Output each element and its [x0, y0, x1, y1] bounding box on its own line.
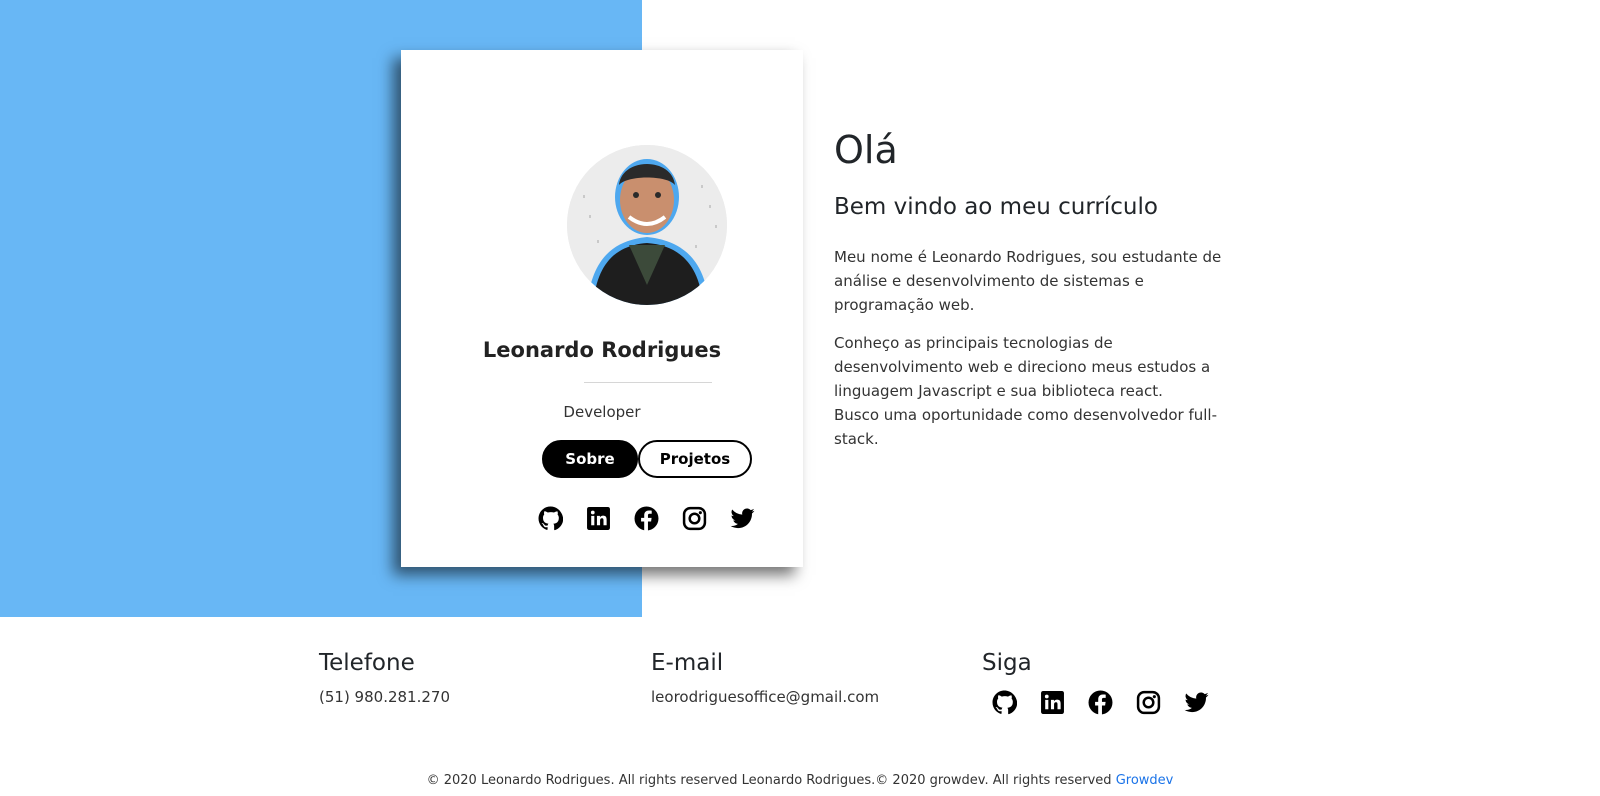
email-heading: E-mail: [651, 650, 724, 676]
profile-divider: [584, 382, 712, 383]
profile-tabs: Sobre Projetos: [542, 440, 752, 478]
follow-heading: Siga: [982, 650, 1032, 676]
facebook-icon[interactable]: [1087, 690, 1113, 716]
intro-paragraph-line: Conheço as principais tecnologias de des…: [834, 334, 1211, 401]
growdev-link[interactable]: Growdev: [1116, 773, 1174, 788]
avatar-photo: [567, 145, 727, 305]
intro-subtitle: Bem vindo ao meu currículo: [834, 193, 1158, 220]
profile-role: Developer: [563, 403, 641, 421]
facebook-icon[interactable]: [633, 505, 659, 531]
twitter-icon[interactable]: [729, 505, 755, 531]
intro-paragraph-line: Busco uma oportunidade como desenvolvedo…: [834, 406, 1217, 449]
intro-paragraph: Conheço as principais tecnologias de des…: [834, 331, 1234, 451]
linkedin-icon[interactable]: [1039, 690, 1065, 716]
footer-social-links: [991, 690, 1209, 716]
twitter-icon[interactable]: [1183, 690, 1209, 716]
linkedin-icon[interactable]: [585, 505, 611, 531]
copyright-text: © 2020 Leonardo Rodrigues. All rights re…: [426, 773, 1112, 788]
avatar: [567, 145, 727, 305]
footer-follow: Siga: [982, 650, 1209, 716]
footer-email: E-mail leorodriguesoffice@gmail.com: [651, 650, 879, 706]
phone-heading: Telefone: [319, 650, 415, 676]
instagram-icon[interactable]: [681, 505, 707, 531]
copyright: © 2020 Leonardo Rodrigues. All rights re…: [0, 773, 1600, 788]
instagram-icon[interactable]: [1135, 690, 1161, 716]
profile-name: Leonardo Rodrigues: [482, 338, 722, 362]
profile-card: Leonardo Rodrigues Developer Sobre Proje…: [401, 50, 803, 567]
footer-phone: Telefone (51) 980.281.270: [319, 650, 450, 706]
github-icon[interactable]: [537, 505, 563, 531]
phone-number: (51) 980.281.270: [319, 687, 450, 706]
intro-paragraph: Meu nome é Leonardo Rodrigues, sou estud…: [834, 248, 1222, 315]
email-address: leorodriguesoffice@gmail.com: [651, 687, 880, 706]
intro-section: Olá Bem vindo ao meu currículo Meu nome …: [834, 128, 1234, 451]
intro-title: Olá: [834, 128, 898, 172]
about-button[interactable]: Sobre: [542, 440, 638, 478]
projects-button[interactable]: Projetos: [638, 440, 752, 478]
github-icon[interactable]: [991, 690, 1017, 716]
card-social-links: [537, 505, 755, 531]
